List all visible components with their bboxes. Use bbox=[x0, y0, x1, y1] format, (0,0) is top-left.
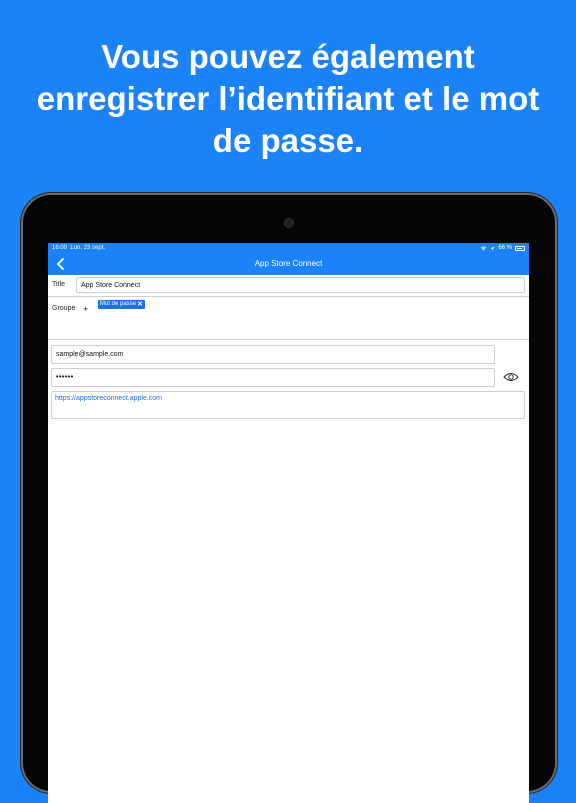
back-chevron-icon[interactable] bbox=[52, 255, 70, 273]
headline-line-1: Vous pouvez également bbox=[101, 38, 475, 75]
battery-percent: 66 % bbox=[498, 245, 512, 251]
group-tag[interactable]: Mot de passe ✕ bbox=[98, 300, 145, 309]
tablet-frame: 16:00 Lun. 23 sept. 66 % App Store Conne… bbox=[21, 193, 557, 803]
password-input[interactable] bbox=[51, 368, 495, 387]
url-link[interactable]: https://appstoreconnect.apple.com bbox=[55, 395, 162, 402]
add-group-button[interactable]: + bbox=[83, 304, 88, 314]
divider bbox=[48, 296, 529, 297]
form-area: Title Groupe + Mot de passe ✕ https://ap… bbox=[48, 275, 529, 803]
status-date: Lun. 23 sept. bbox=[70, 245, 106, 251]
tag-remove-icon[interactable]: ✕ bbox=[137, 300, 143, 309]
eye-icon[interactable] bbox=[503, 372, 519, 382]
headline-line-3: de passe. bbox=[212, 122, 364, 159]
status-right: 66 % bbox=[480, 243, 525, 253]
wifi-icon bbox=[481, 246, 487, 250]
camera-icon bbox=[285, 219, 293, 227]
status-time: 16:00 bbox=[52, 245, 68, 251]
status-time-date: 16:00 Lun. 23 sept. bbox=[52, 243, 105, 253]
group-tag-label: Mot de passe bbox=[100, 301, 137, 307]
email-input[interactable] bbox=[51, 345, 495, 364]
headline-line-2: enregistrer l’identifiant et le mot bbox=[36, 80, 540, 117]
screen: 16:00 Lun. 23 sept. 66 % App Store Conne… bbox=[48, 243, 529, 803]
title-label: Title bbox=[52, 281, 65, 288]
location-icon bbox=[490, 246, 495, 250]
url-field[interactable]: https://appstoreconnect.apple.com bbox=[51, 391, 525, 419]
nav-bar: App Store Connect bbox=[48, 253, 529, 275]
divider bbox=[48, 339, 529, 340]
battery-icon bbox=[515, 245, 525, 251]
status-bar: 16:00 Lun. 23 sept. 66 % bbox=[48, 243, 529, 253]
title-input[interactable] bbox=[76, 277, 525, 293]
nav-title: App Store Connect bbox=[254, 259, 323, 268]
headline: Vous pouvez également enregistrer l’iden… bbox=[0, 36, 576, 162]
group-label: Groupe bbox=[52, 305, 76, 312]
